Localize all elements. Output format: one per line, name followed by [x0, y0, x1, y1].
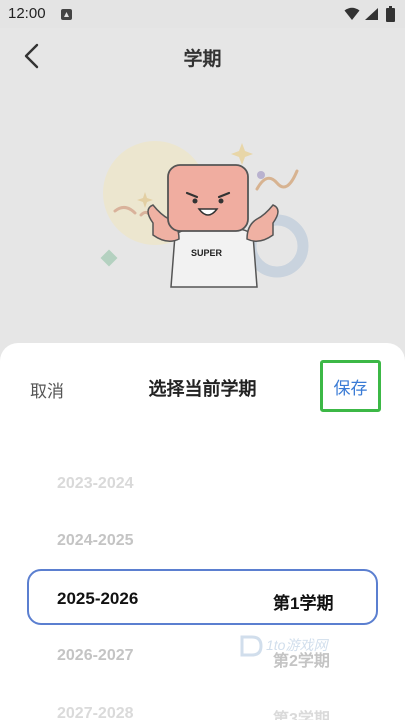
picker-row[interactable]: 2024-2025 [0, 528, 405, 558]
right-hand-shape [246, 204, 279, 242]
green-diamond-shape [100, 249, 118, 267]
mascot-head [167, 164, 249, 232]
picker-row-selected[interactable]: 2025-2026 第1学期 [0, 585, 405, 615]
picker-row[interactable]: 2023-2024 [0, 471, 405, 501]
save-button[interactable]: 保存 [320, 360, 381, 412]
watermark: 1to游戏网 [238, 633, 327, 664]
watermark-text: 1to游戏网 [266, 637, 328, 653]
notification-icon [61, 9, 72, 20]
selected-term-option[interactable]: 第1学期 [273, 589, 333, 614]
signal-icon [365, 8, 378, 20]
dot-shape [257, 171, 265, 179]
wifi-icon [344, 7, 360, 20]
page-title: 学期 [183, 49, 222, 70]
year-option[interactable]: 2024-2025 [57, 532, 134, 550]
semester-picker-sheet: 取消 选择当前学期 保存 2023-2024 2024-2025 2025-20… [0, 343, 405, 720]
status-bar: 12:00 [0, 0, 405, 28]
watermark-logo-icon [240, 635, 263, 657]
term-option[interactable]: 第3学期 [273, 705, 330, 720]
battery-icon [386, 6, 395, 22]
year-option[interactable]: 2023-2024 [57, 475, 134, 493]
year-option[interactable]: 2027-2028 [57, 705, 134, 720]
picker-row[interactable]: 2026-2027 第2学期 [0, 643, 405, 673]
shirt-label: SUPER [191, 248, 223, 258]
selected-year-option[interactable]: 2025-2026 [57, 589, 138, 609]
picker-row[interactable]: 2027-2028 第3学期 [0, 701, 405, 720]
sparkle-icon [231, 143, 253, 165]
status-time: 12:00 [8, 5, 46, 22]
mascot-illustration: SUPER [100, 141, 309, 288]
year-option[interactable]: 2026-2027 [57, 647, 134, 665]
